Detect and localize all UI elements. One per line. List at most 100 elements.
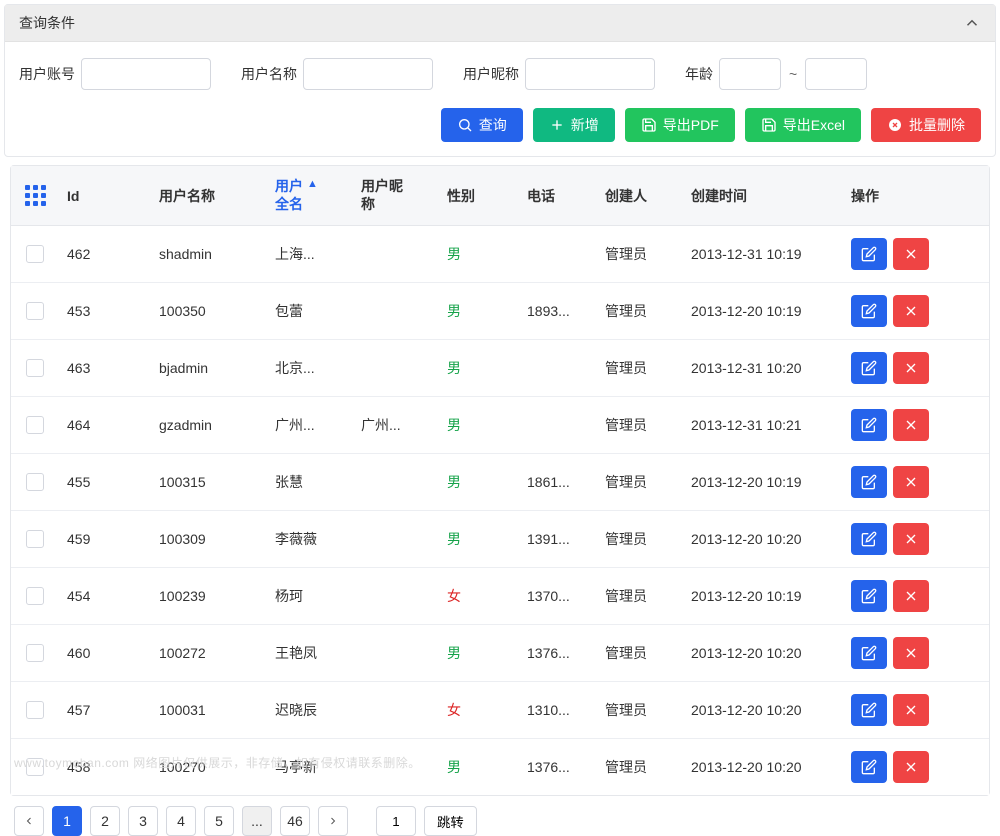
cell-nickname [353, 641, 439, 665]
pager-page[interactable]: 2 [90, 806, 120, 836]
delete-button[interactable] [893, 238, 929, 270]
cell-created: 2013-12-20 10:19 [683, 291, 843, 331]
row-checkbox[interactable] [26, 530, 44, 548]
bulk-delete-label: 批量删除 [909, 115, 965, 135]
delete-button[interactable] [893, 694, 929, 726]
pager-prev[interactable] [14, 806, 44, 836]
delete-button[interactable] [893, 580, 929, 612]
query-button[interactable]: 查询 [441, 108, 523, 142]
cell-username: gzadmin [151, 405, 267, 445]
pager-jump-button[interactable]: 跳转 [424, 806, 477, 836]
delete-button[interactable] [893, 637, 929, 669]
col-created[interactable]: 创建时间 [683, 174, 843, 218]
query-button-label: 查询 [479, 115, 507, 135]
cell-creator: 管理员 [597, 460, 683, 504]
delete-button[interactable] [893, 409, 929, 441]
row-checkbox[interactable] [26, 359, 44, 377]
row-checkbox[interactable] [26, 473, 44, 491]
edit-icon [861, 246, 877, 262]
col-id[interactable]: Id [59, 176, 151, 216]
cell-id: 459 [59, 519, 151, 559]
edit-button[interactable] [851, 409, 887, 441]
filter-panel-body: 用户账号 用户名称 用户昵称 年龄 ~ 查询 [5, 42, 995, 156]
save-icon [641, 117, 657, 133]
row-checkbox[interactable] [26, 701, 44, 719]
edit-button[interactable] [851, 637, 887, 669]
action-buttons: 查询 新增 导出PDF 导出Excel 批量删除 [19, 108, 981, 142]
bulk-delete-button[interactable]: 批量删除 [871, 108, 981, 142]
pager-page[interactable]: 46 [280, 806, 310, 836]
row-checkbox[interactable] [26, 245, 44, 263]
nickname-input[interactable] [525, 58, 655, 90]
close-icon [903, 303, 919, 319]
cell-nickname: 广州... [353, 403, 439, 447]
delete-button[interactable] [893, 295, 929, 327]
table-row: 460100272王艳凤男1376...管理员2013-12-20 10:20 [11, 625, 989, 682]
watermark-text: www.toymoban.com 网络图片仅供展示，非存储，如有侵权请联系删除。 [14, 754, 421, 771]
edit-button[interactable] [851, 466, 887, 498]
row-checkbox[interactable] [26, 587, 44, 605]
export-excel-button[interactable]: 导出Excel [745, 108, 861, 142]
edit-button[interactable] [851, 580, 887, 612]
edit-button[interactable] [851, 751, 887, 783]
cell-ops [843, 283, 939, 339]
nickname-label: 用户昵称 [463, 64, 519, 84]
filter-panel-header[interactable]: 查询条件 [5, 5, 995, 42]
row-checkbox[interactable] [26, 302, 44, 320]
cell-ops [843, 568, 939, 624]
pager-page[interactable]: 4 [166, 806, 196, 836]
delete-button[interactable] [893, 751, 929, 783]
cell-gender: 男 [439, 232, 519, 276]
col-creator[interactable]: 创建人 [597, 174, 683, 218]
delete-button[interactable] [893, 466, 929, 498]
row-checkbox[interactable] [26, 416, 44, 434]
cell-gender: 男 [439, 289, 519, 333]
row-checkbox[interactable] [26, 644, 44, 662]
save-icon [761, 117, 777, 133]
filter-panel: 查询条件 用户账号 用户名称 用户昵称 年龄 ~ [4, 4, 996, 157]
cell-username: shadmin [151, 234, 267, 274]
close-circle-icon [887, 117, 903, 133]
chevron-up-icon[interactable] [963, 14, 981, 32]
col-fullname[interactable]: 用户全名 ▲ [267, 166, 353, 225]
edit-button[interactable] [851, 352, 887, 384]
account-input[interactable] [81, 58, 211, 90]
col-gender[interactable]: 性别 [439, 174, 519, 218]
col-nickname[interactable]: 用户昵称 [353, 166, 439, 225]
pager-page[interactable]: 5 [204, 806, 234, 836]
cell-phone: 1376... [519, 747, 597, 787]
delete-button[interactable] [893, 352, 929, 384]
cell-created: 2013-12-20 10:19 [683, 462, 843, 502]
cell-id: 453 [59, 291, 151, 331]
col-username[interactable]: 用户名称 [151, 174, 267, 218]
close-icon [903, 531, 919, 547]
age-max-input[interactable] [805, 58, 867, 90]
col-phone[interactable]: 电话 [519, 174, 597, 218]
cell-phone: 1310... [519, 690, 597, 730]
cell-ops [843, 340, 939, 396]
export-pdf-button[interactable]: 导出PDF [625, 108, 735, 142]
table-row: 463bjadmin北京...男管理员2013-12-31 10:20 [11, 340, 989, 397]
cell-nickname [353, 242, 439, 266]
edit-button[interactable] [851, 295, 887, 327]
drag-handle-header[interactable] [11, 173, 59, 218]
edit-button[interactable] [851, 238, 887, 270]
chevron-right-icon [327, 815, 339, 827]
edit-button[interactable] [851, 523, 887, 555]
cell-phone: 1370... [519, 576, 597, 616]
pager-goto-input[interactable] [376, 806, 416, 836]
add-button[interactable]: 新增 [533, 108, 615, 142]
delete-button[interactable] [893, 523, 929, 555]
pager-next[interactable] [318, 806, 348, 836]
cell-ops [843, 625, 939, 681]
close-icon [903, 474, 919, 490]
edit-button[interactable] [851, 694, 887, 726]
age-min-input[interactable] [719, 58, 781, 90]
cell-created: 2013-12-31 10:19 [683, 234, 843, 274]
cell-gender: 男 [439, 631, 519, 675]
pager-page[interactable]: 3 [128, 806, 158, 836]
name-input[interactable] [303, 58, 433, 90]
pager-ellipsis: ... [242, 806, 272, 836]
pager: 12345... 46 跳转 [0, 796, 1000, 836]
pager-page[interactable]: 1 [52, 806, 82, 836]
